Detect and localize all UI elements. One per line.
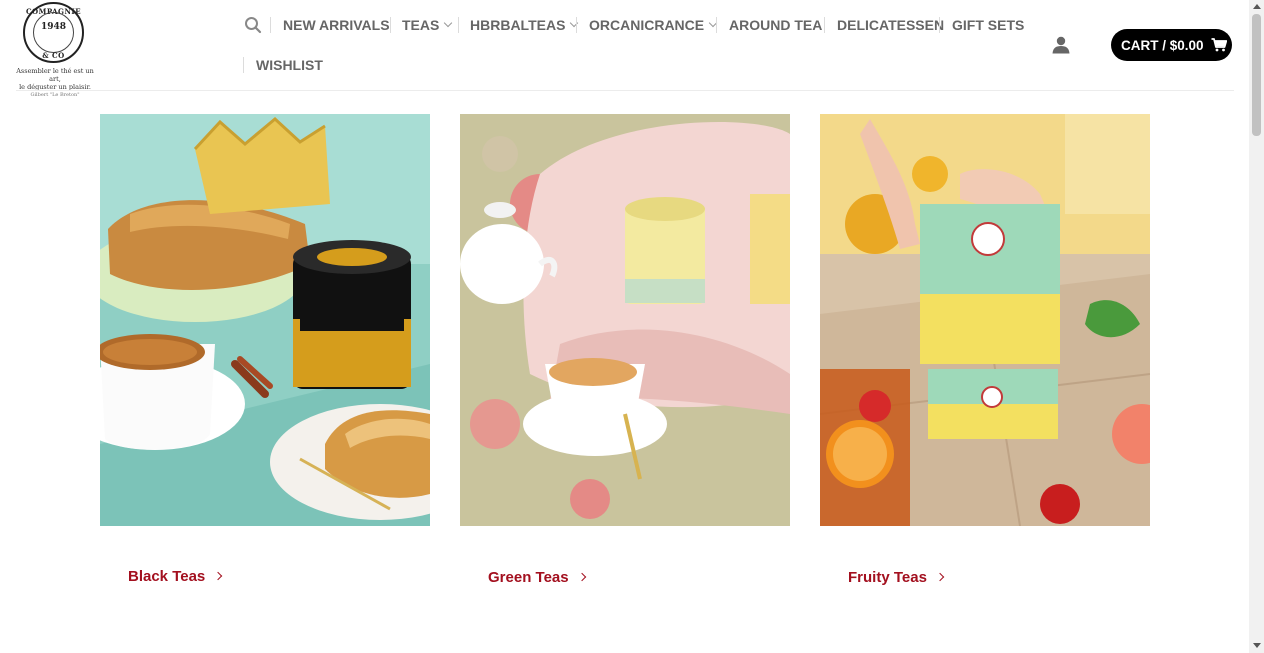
nav-around-tea[interactable]: AROUND TEA: [729, 15, 822, 35]
nav-wishlist[interactable]: WISHLIST: [256, 55, 323, 75]
main-nav: NEW ARRIVALS TEAS HBRBALTEAS ORCANICRANC…: [240, 0, 1040, 90]
nav-delicatessen[interactable]: DELICATESSEN: [837, 15, 944, 35]
header-divider: [16, 90, 1234, 91]
cart-icon: [1211, 38, 1227, 52]
logo-emblem: COMPAGNIE 1948 & CO: [23, 2, 84, 63]
brand-logo[interactable]: COMPAGNIE 1948 & CO Assembler le thé est…: [14, 2, 96, 98]
green-teas-image[interactable]: [460, 114, 790, 526]
scroll-thumb[interactable]: [1252, 14, 1261, 136]
nav-herbal-teas[interactable]: HBRBALTEAS: [470, 15, 579, 35]
cart-button[interactable]: CART / $0.00: [1111, 29, 1232, 61]
nav-organic-range[interactable]: ORCANICRANCE: [589, 15, 718, 35]
nav-gift-sets[interactable]: GIFT SETS: [952, 15, 1024, 35]
scroll-down-arrow-icon[interactable]: [1253, 643, 1261, 648]
nav-teas[interactable]: TEAS: [402, 15, 453, 35]
logo-year: 1948: [40, 22, 67, 32]
fruity-teas-image[interactable]: [820, 114, 1150, 526]
nav-new-arrivals[interactable]: NEW ARRIVALS: [283, 15, 390, 35]
chevron-right-icon: [214, 571, 223, 581]
page-scrollbar[interactable]: [1249, 0, 1264, 653]
search-icon[interactable]: [244, 16, 262, 34]
chevron-down-icon: [570, 18, 579, 28]
fruity-teas-link[interactable]: Fruity Teas: [848, 566, 945, 588]
black-teas-link[interactable]: Black Teas: [128, 565, 223, 587]
green-teas-link[interactable]: Green Teas: [488, 566, 586, 588]
chevron-right-icon: [935, 572, 945, 582]
scroll-up-arrow-icon[interactable]: [1253, 4, 1261, 9]
chevron-right-icon: [577, 572, 586, 582]
site-header: COMPAGNIE 1948 & CO Assembler le thé est…: [0, 0, 1249, 98]
black-teas-image[interactable]: [100, 114, 430, 526]
user-icon[interactable]: [1051, 36, 1071, 54]
logo-tagline: Assembler le thé est un art, le déguster…: [16, 67, 94, 98]
logo-ring-bottom: & CO: [42, 51, 65, 60]
cart-label: CART / $0.00: [1121, 37, 1204, 53]
chevron-down-icon: [444, 18, 453, 28]
